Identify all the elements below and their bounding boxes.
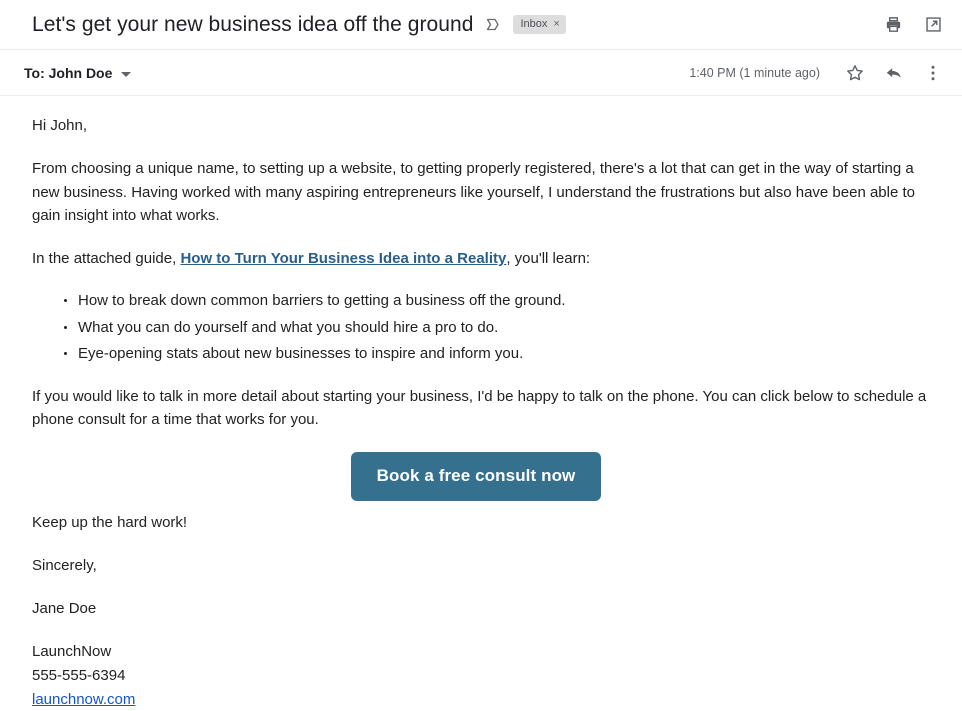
guide-paragraph: In the attached guide, How to Turn Your …: [32, 247, 930, 270]
sent-chevron-icon: [484, 16, 501, 33]
recipient-label: To: John Doe: [24, 65, 112, 81]
close-icon[interactable]: ×: [553, 19, 559, 30]
book-consult-button[interactable]: Book a free consult now: [351, 452, 602, 501]
closing-line: Keep up the hard work!: [32, 511, 930, 534]
signoff-line: Sincerely,: [32, 554, 930, 577]
header-actions: [882, 14, 944, 36]
reply-arrow-icon[interactable]: [883, 62, 905, 84]
message-meta-row: To: John Doe 1:40 PM (1 minute ago): [0, 50, 962, 96]
message-body: Hi John, From choosing a unique name, to…: [0, 96, 962, 711]
phone-number: 555-555-6394: [32, 664, 930, 688]
chevron-down-icon[interactable]: [121, 72, 131, 77]
star-icon[interactable]: [844, 62, 866, 84]
label-chip-text: Inbox: [520, 19, 547, 30]
guide-outro-text: , you'll learn:: [506, 250, 590, 267]
company-details: LaunchNow 555-555-6394 launchnow.com: [32, 640, 930, 711]
more-vertical-icon[interactable]: [922, 62, 944, 84]
subject-header: Let's get your new business idea off the…: [0, 0, 962, 50]
cta-container: Book a free consult now: [32, 452, 930, 501]
timestamp: 1:40 PM (1 minute ago): [689, 66, 820, 80]
print-icon[interactable]: [882, 14, 904, 36]
label-chip-inbox[interactable]: Inbox ×: [513, 15, 565, 34]
meta-actions: 1:40 PM (1 minute ago): [689, 62, 944, 84]
signature-block: Keep up the hard work! Sincerely, Jane D…: [32, 511, 930, 711]
attached-guide-link[interactable]: How to Turn Your Business Idea into a Re…: [180, 250, 506, 267]
open-in-new-window-icon[interactable]: [922, 14, 944, 36]
list-item: How to break down common barriers to get…: [78, 289, 930, 312]
greeting: Hi John,: [32, 114, 930, 137]
page-title: Let's get your new business idea off the…: [32, 13, 473, 37]
list-item: What you can do yourself and what you sh…: [78, 316, 930, 339]
recipient-toggle[interactable]: To: John Doe: [24, 65, 131, 81]
website-link[interactable]: launchnow.com: [32, 691, 135, 708]
intro-paragraph: From choosing a unique name, to setting …: [32, 157, 930, 227]
guide-intro-text: In the attached guide,: [32, 250, 180, 267]
list-item: Eye-opening stats about new businesses t…: [78, 342, 930, 365]
consult-paragraph: If you would like to talk in more detail…: [32, 385, 930, 432]
sender-name: Jane Doe: [32, 597, 930, 620]
benefits-list: How to break down common barriers to get…: [32, 289, 930, 365]
